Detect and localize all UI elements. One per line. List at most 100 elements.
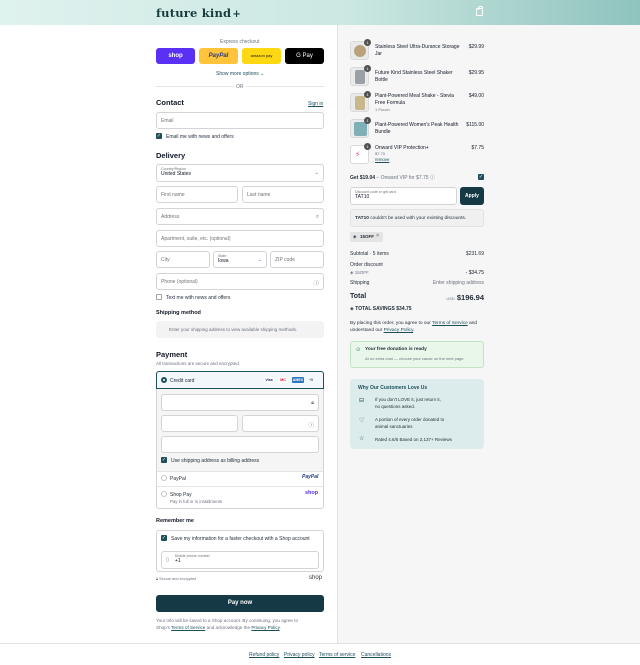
refund-policy-link[interactable]: Refund policy — [249, 652, 279, 658]
terms-of-service-link[interactable]: Terms of Service — [432, 321, 468, 326]
help-icon[interactable]: ⓘ — [313, 279, 319, 287]
remember-me-title: Remember me — [156, 518, 194, 524]
customer-love-box: Why Our Customers Love Us ⊟ If you don't… — [350, 379, 484, 449]
amazon-pay-express-button[interactable]: amazon pay — [242, 48, 281, 64]
shipping-method-box: Enter your shipping address to view avai… — [156, 321, 324, 338]
save-info-label: Save my information for a faster checkou… — [171, 536, 310, 542]
divider-left — [156, 86, 234, 87]
paypal-radio[interactable] — [161, 475, 167, 481]
item-name-line: Bottle — [375, 76, 388, 83]
product-thumbnail: ⚡︎ 1 — [350, 143, 371, 164]
shopping-bag-icon[interactable] — [476, 6, 483, 16]
shop-pay-radio[interactable] — [161, 491, 167, 497]
donation-banner: ⊙ Your free donation is ready At no extr… — [350, 341, 484, 368]
order-discount-label: Order discount — [350, 262, 383, 268]
country-select[interactable]: Country/Region United States ⌄ — [156, 164, 324, 182]
discount-error-text: TAT10 couldn't be used with your existin… — [355, 216, 466, 221]
legal-text: and acknowledge the — [205, 625, 252, 630]
info-icon[interactable]: ⓘ — [430, 175, 435, 181]
show-more-options-link[interactable]: Show more options ⌄ — [216, 71, 264, 77]
vip-offer-amount: Get $19.04 — [350, 175, 376, 181]
first-name-input[interactable]: First name — [156, 186, 238, 203]
item-variant: 1 Pouch — [375, 107, 390, 112]
item-name-line: Plant-Powered Meal Shake - Stevia — [375, 93, 454, 99]
total-label: Total — [350, 293, 367, 300]
star-icon: ☆ — [359, 436, 365, 442]
apply-discount-button[interactable]: Apply — [460, 187, 484, 205]
email-placeholder: Email — [161, 118, 174, 124]
item-name-line: Future Kind Stainless Steel Shaker — [375, 70, 453, 76]
phone-icon: ▯ — [166, 557, 169, 563]
shipping-label: Shipping — [350, 280, 370, 286]
security-code-input[interactable]: ⓘ — [242, 415, 319, 432]
total-savings-value: $34.75 — [396, 306, 412, 312]
total-savings-label: TOTAL SAVINGS — [355, 306, 395, 312]
terms-of-service-footer-link[interactable]: Terms of service — [319, 652, 355, 658]
visa-icon: Visa — [264, 377, 274, 383]
expiration-date-input[interactable] — [161, 415, 238, 432]
apartment-placeholder: Apartment, suite, etc. (optional) — [161, 236, 231, 242]
mastercard-icon: MC — [278, 377, 288, 383]
tag-icon: ◈ — [350, 306, 354, 312]
order-discount-row: ◈ 15OFF - $34.75 — [350, 270, 484, 276]
google-pay-express-button[interactable]: G Pay — [285, 48, 324, 64]
email-input[interactable]: Email — [156, 112, 324, 129]
total-value-group: USD $196.94 — [446, 293, 484, 302]
brand-logo-mark: + — [232, 9, 241, 20]
privacy-policy-link[interactable]: Privacy Policy — [384, 328, 414, 333]
shipping-method-note: Enter your shipping address to view avai… — [169, 327, 298, 332]
save-info-checkbox[interactable]: ✓ — [161, 535, 167, 541]
pay-now-button[interactable]: Pay now — [156, 595, 324, 612]
or-divider-label: OR — [236, 84, 244, 90]
bundle-icon — [354, 122, 367, 136]
sign-in-link[interactable]: Sign in — [308, 101, 323, 107]
last-name-input[interactable]: Last name — [242, 186, 324, 203]
brand-logo[interactable]: future kind+ — [156, 6, 241, 20]
quantity-badge: 1 — [364, 143, 371, 150]
shop-pay-label: Shop Pay — [170, 492, 192, 498]
zip-input[interactable]: ZIP code — [270, 251, 324, 268]
remove-protection-link[interactable]: remove — [375, 157, 389, 162]
review-item-line: A portion of every order donated to — [375, 417, 445, 422]
product-thumbnail: 1 — [350, 117, 371, 138]
vip-checkbox[interactable]: ✓ — [478, 174, 484, 180]
cancellations-link[interactable]: Cancellations — [361, 652, 391, 658]
first-name-placeholder: First name — [161, 192, 185, 198]
remove-tag-icon[interactable]: × — [376, 233, 379, 239]
chevron-down-icon: ⌄ — [260, 71, 265, 77]
shop-pay-express-button[interactable]: shop — [156, 48, 195, 64]
donation-subtitle: At no extra cost — choose your cause on … — [365, 356, 465, 361]
text-news-checkbox[interactable] — [156, 294, 162, 300]
paypal-logo: PayPal — [302, 474, 319, 480]
card-number-input[interactable]: 🔒︎ — [161, 394, 319, 411]
help-icon[interactable]: ⓘ — [308, 421, 314, 429]
shop-terms-link[interactable]: Terms of Service — [171, 625, 205, 630]
state-select[interactable]: State Iowa ⌄ — [213, 251, 267, 268]
city-input[interactable]: City — [156, 251, 210, 268]
quantity-badge: 1 — [364, 117, 371, 124]
mobile-phone-input[interactable]: ▯ Mobile phone number +1 — [161, 551, 319, 569]
total-value: $196.94 — [456, 293, 484, 302]
secure-encrypted-note: 🔒︎ Secure and encrypted — [156, 577, 196, 581]
text-news-label: Text me with news and offers — [166, 295, 231, 301]
customer-love-title: Why Our Customers Love Us — [358, 385, 428, 391]
item-name: Plant-Powered Meal Shake - Stevia Free Fo… — [375, 93, 454, 106]
email-news-checkbox[interactable]: ✓ — [156, 133, 162, 139]
privacy-policy-footer-link[interactable]: Privacy policy — [284, 652, 315, 658]
apartment-input[interactable]: Apartment, suite, etc. (optional) — [156, 230, 324, 247]
zip-placeholder: ZIP code — [275, 257, 295, 263]
paypal-express-button[interactable]: PayPal — [199, 48, 238, 64]
address-input[interactable]: Address ⌕ — [156, 208, 324, 225]
phone-input[interactable]: Phone (optional) ⓘ — [156, 273, 324, 290]
billing-same-checkbox[interactable]: ✓ — [161, 457, 167, 463]
contact-title: Contact — [156, 98, 184, 107]
credit-card-radio[interactable] — [161, 377, 167, 383]
shop-logo: shop — [309, 575, 323, 581]
divider — [157, 486, 323, 487]
name-on-card-input[interactable] — [161, 436, 319, 453]
discount-code-input[interactable]: Discount code or gift card TAT10 — [350, 187, 457, 205]
shop-privacy-link[interactable]: Privacy Policy — [251, 625, 279, 630]
review-item: If you don't LOVE it, just return it, no … — [375, 397, 441, 410]
discount-tag: ◈ 15OFF × — [350, 232, 383, 242]
amex-icon: AMEX — [292, 377, 304, 383]
